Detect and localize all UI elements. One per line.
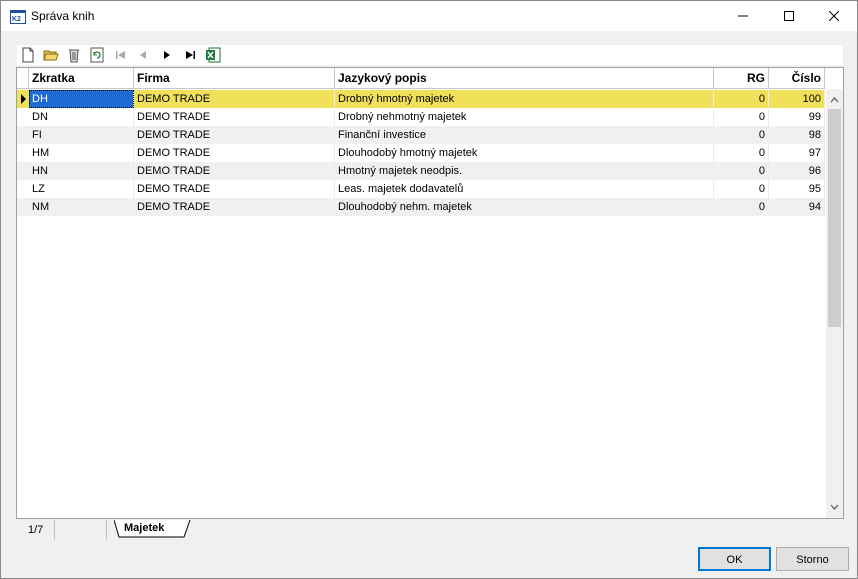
table-row[interactable]: DN DEMO TRADE Drobný nehmotný majetek 0 …: [17, 108, 825, 126]
cell-cislo[interactable]: 98: [769, 126, 825, 144]
tab-label: Majetek: [124, 522, 165, 534]
cell-popis[interactable]: Finanční investice: [335, 126, 714, 144]
divider: [106, 520, 107, 540]
scrollbar-thumb[interactable]: [828, 109, 841, 327]
table-row[interactable]: DH DEMO TRADE Drobný hmotný majetek 0 10…: [17, 90, 825, 108]
table-row[interactable]: HM DEMO TRADE Dlouhodobý hmotný majetek …: [17, 144, 825, 162]
cell-popis[interactable]: Dlouhodobý hmotný majetek: [335, 144, 714, 162]
cell-popis[interactable]: Dlouhodobý nehm. majetek: [335, 198, 714, 216]
cell-firma[interactable]: DEMO TRADE: [134, 180, 335, 198]
table-row[interactable]: FI DEMO TRADE Finanční investice 0 98: [17, 126, 825, 144]
cell-firma[interactable]: DEMO TRADE: [134, 126, 335, 144]
cell-rg[interactable]: 0: [714, 162, 769, 180]
cell-cislo[interactable]: 96: [769, 162, 825, 180]
table-row[interactable]: NM DEMO TRADE Dlouhodobý nehm. majetek 0…: [17, 198, 825, 216]
cell-popis[interactable]: Drobný nehmotný majetek: [335, 108, 714, 126]
delete-icon[interactable]: [65, 46, 83, 64]
close-button[interactable]: [811, 1, 857, 31]
cell-zkratka[interactable]: LZ: [29, 180, 134, 198]
previous-record-icon[interactable]: [134, 46, 152, 64]
last-record-icon[interactable]: [181, 46, 199, 64]
maximize-icon: [784, 11, 794, 21]
app-icon: K2: [10, 9, 26, 25]
maximize-button[interactable]: [766, 1, 812, 31]
column-header-firma[interactable]: Firma: [134, 68, 335, 89]
excel-export-icon[interactable]: [204, 46, 222, 64]
cell-popis[interactable]: Hmotný majetek neodpis.: [335, 162, 714, 180]
scroll-up-icon[interactable]: [830, 94, 839, 106]
next-record-icon[interactable]: [158, 46, 176, 64]
cell-rg[interactable]: 0: [714, 180, 769, 198]
table-row[interactable]: LZ DEMO TRADE Leas. majetek dodavatelů 0…: [17, 180, 825, 198]
cell-zkratka[interactable]: DN: [29, 108, 134, 126]
first-record-icon[interactable]: [112, 46, 130, 64]
column-header-popis[interactable]: Jazykový popis: [335, 68, 714, 89]
dialog-window: K2 Správa knih Zkratka Firma Jazykový po…: [0, 0, 858, 579]
cell-rg[interactable]: 0: [714, 126, 769, 144]
cell-firma[interactable]: DEMO TRADE: [134, 108, 335, 126]
cell-firma[interactable]: DEMO TRADE: [134, 198, 335, 216]
cell-cislo[interactable]: 95: [769, 180, 825, 198]
title-bar: K2 Správa knih: [1, 1, 857, 31]
cell-cislo[interactable]: 99: [769, 108, 825, 126]
column-header-cislo[interactable]: Číslo: [769, 68, 825, 89]
window-title: Správa knih: [31, 9, 95, 23]
cell-firma[interactable]: DEMO TRADE: [134, 90, 335, 108]
refresh-icon[interactable]: [88, 46, 106, 64]
ok-button[interactable]: OK: [698, 547, 771, 571]
books-table: Zkratka Firma Jazykový popis RG Číslo DH…: [16, 67, 844, 519]
vertical-scrollbar[interactable]: [826, 89, 843, 518]
cell-firma[interactable]: DEMO TRADE: [134, 144, 335, 162]
cell-rg[interactable]: 0: [714, 108, 769, 126]
current-row-indicator-icon: [17, 90, 29, 108]
scroll-down-icon[interactable]: [830, 501, 839, 513]
record-counter: 1/7: [28, 524, 44, 536]
cell-zkratka[interactable]: DH: [29, 90, 134, 108]
toolbar: [17, 45, 843, 65]
cell-cislo[interactable]: 94: [769, 198, 825, 216]
cancel-button[interactable]: Storno: [776, 547, 849, 571]
minimize-button[interactable]: [720, 1, 766, 31]
cell-rg[interactable]: 0: [714, 90, 769, 108]
open-folder-icon[interactable]: [42, 46, 60, 64]
table-row[interactable]: HN DEMO TRADE Hmotný majetek neodpis. 0 …: [17, 162, 825, 180]
cell-zkratka[interactable]: HN: [29, 162, 134, 180]
cell-rg[interactable]: 0: [714, 144, 769, 162]
column-header-rg[interactable]: RG: [714, 68, 769, 89]
cell-firma[interactable]: DEMO TRADE: [134, 162, 335, 180]
cell-zkratka[interactable]: FI: [29, 126, 134, 144]
cell-zkratka[interactable]: HM: [29, 144, 134, 162]
cell-cislo[interactable]: 97: [769, 144, 825, 162]
new-icon[interactable]: [19, 46, 37, 64]
divider: [54, 520, 55, 540]
cell-zkratka[interactable]: NM: [29, 198, 134, 216]
cell-rg[interactable]: 0: [714, 198, 769, 216]
status-bar: 1/7 Majetek: [16, 520, 844, 540]
tab-majetek[interactable]: Majetek: [114, 520, 192, 539]
row-indicator-header: [17, 68, 29, 89]
close-icon: [829, 11, 839, 21]
svg-text:K2: K2: [12, 16, 21, 23]
minimize-icon: [738, 15, 748, 17]
cell-popis[interactable]: Leas. majetek dodavatelů: [335, 180, 714, 198]
cell-popis[interactable]: Drobný hmotný majetek: [335, 90, 714, 108]
column-header-zkratka[interactable]: Zkratka: [29, 68, 134, 89]
cell-cislo[interactable]: 100: [769, 90, 825, 108]
